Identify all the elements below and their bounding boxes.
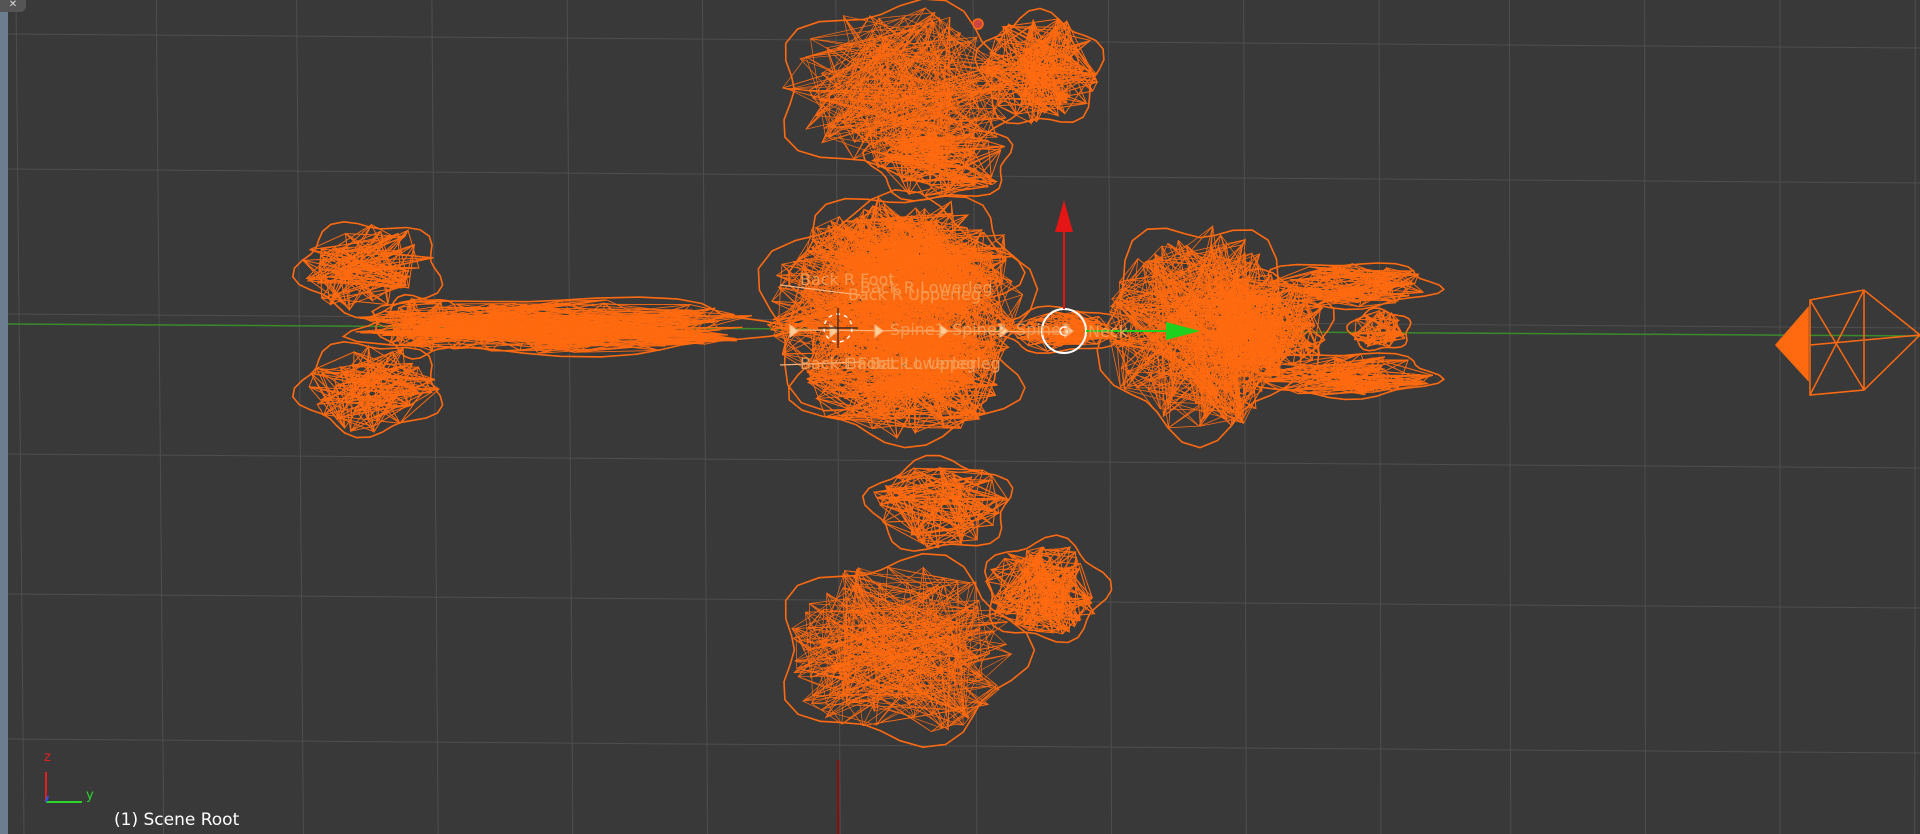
camera-icon xyxy=(1774,289,1920,396)
bone-label-spine1[interactable]: Spine1 xyxy=(890,320,945,339)
bone-label-back-l-upperleg[interactable]: Back L Upperleg xyxy=(870,354,1001,373)
region-border xyxy=(0,0,8,834)
3d-viewport[interactable]: ✕ Back R Foot Back R Lowerleg Back R Upp… xyxy=(0,0,1920,834)
bone-label-spine2[interactable]: Spine2 xyxy=(952,320,1007,339)
axis-z-label: z xyxy=(44,750,51,765)
viewport-scene[interactable] xyxy=(0,0,1920,834)
axis-orientation-gizmo: z y xyxy=(40,750,110,810)
dragon-wireframe-mesh xyxy=(291,0,1446,749)
axis-y-label: y xyxy=(86,788,94,803)
bone-label-neck[interactable]: Neck xyxy=(1088,322,1128,341)
scene-name-label: (1) Scene Root xyxy=(114,810,240,830)
bone-label-spine3[interactable]: Spine3 xyxy=(1016,320,1071,339)
bone-label-back-r-upperleg[interactable]: Back R Upperleg xyxy=(848,285,981,304)
close-icon[interactable]: ✕ xyxy=(0,0,26,12)
